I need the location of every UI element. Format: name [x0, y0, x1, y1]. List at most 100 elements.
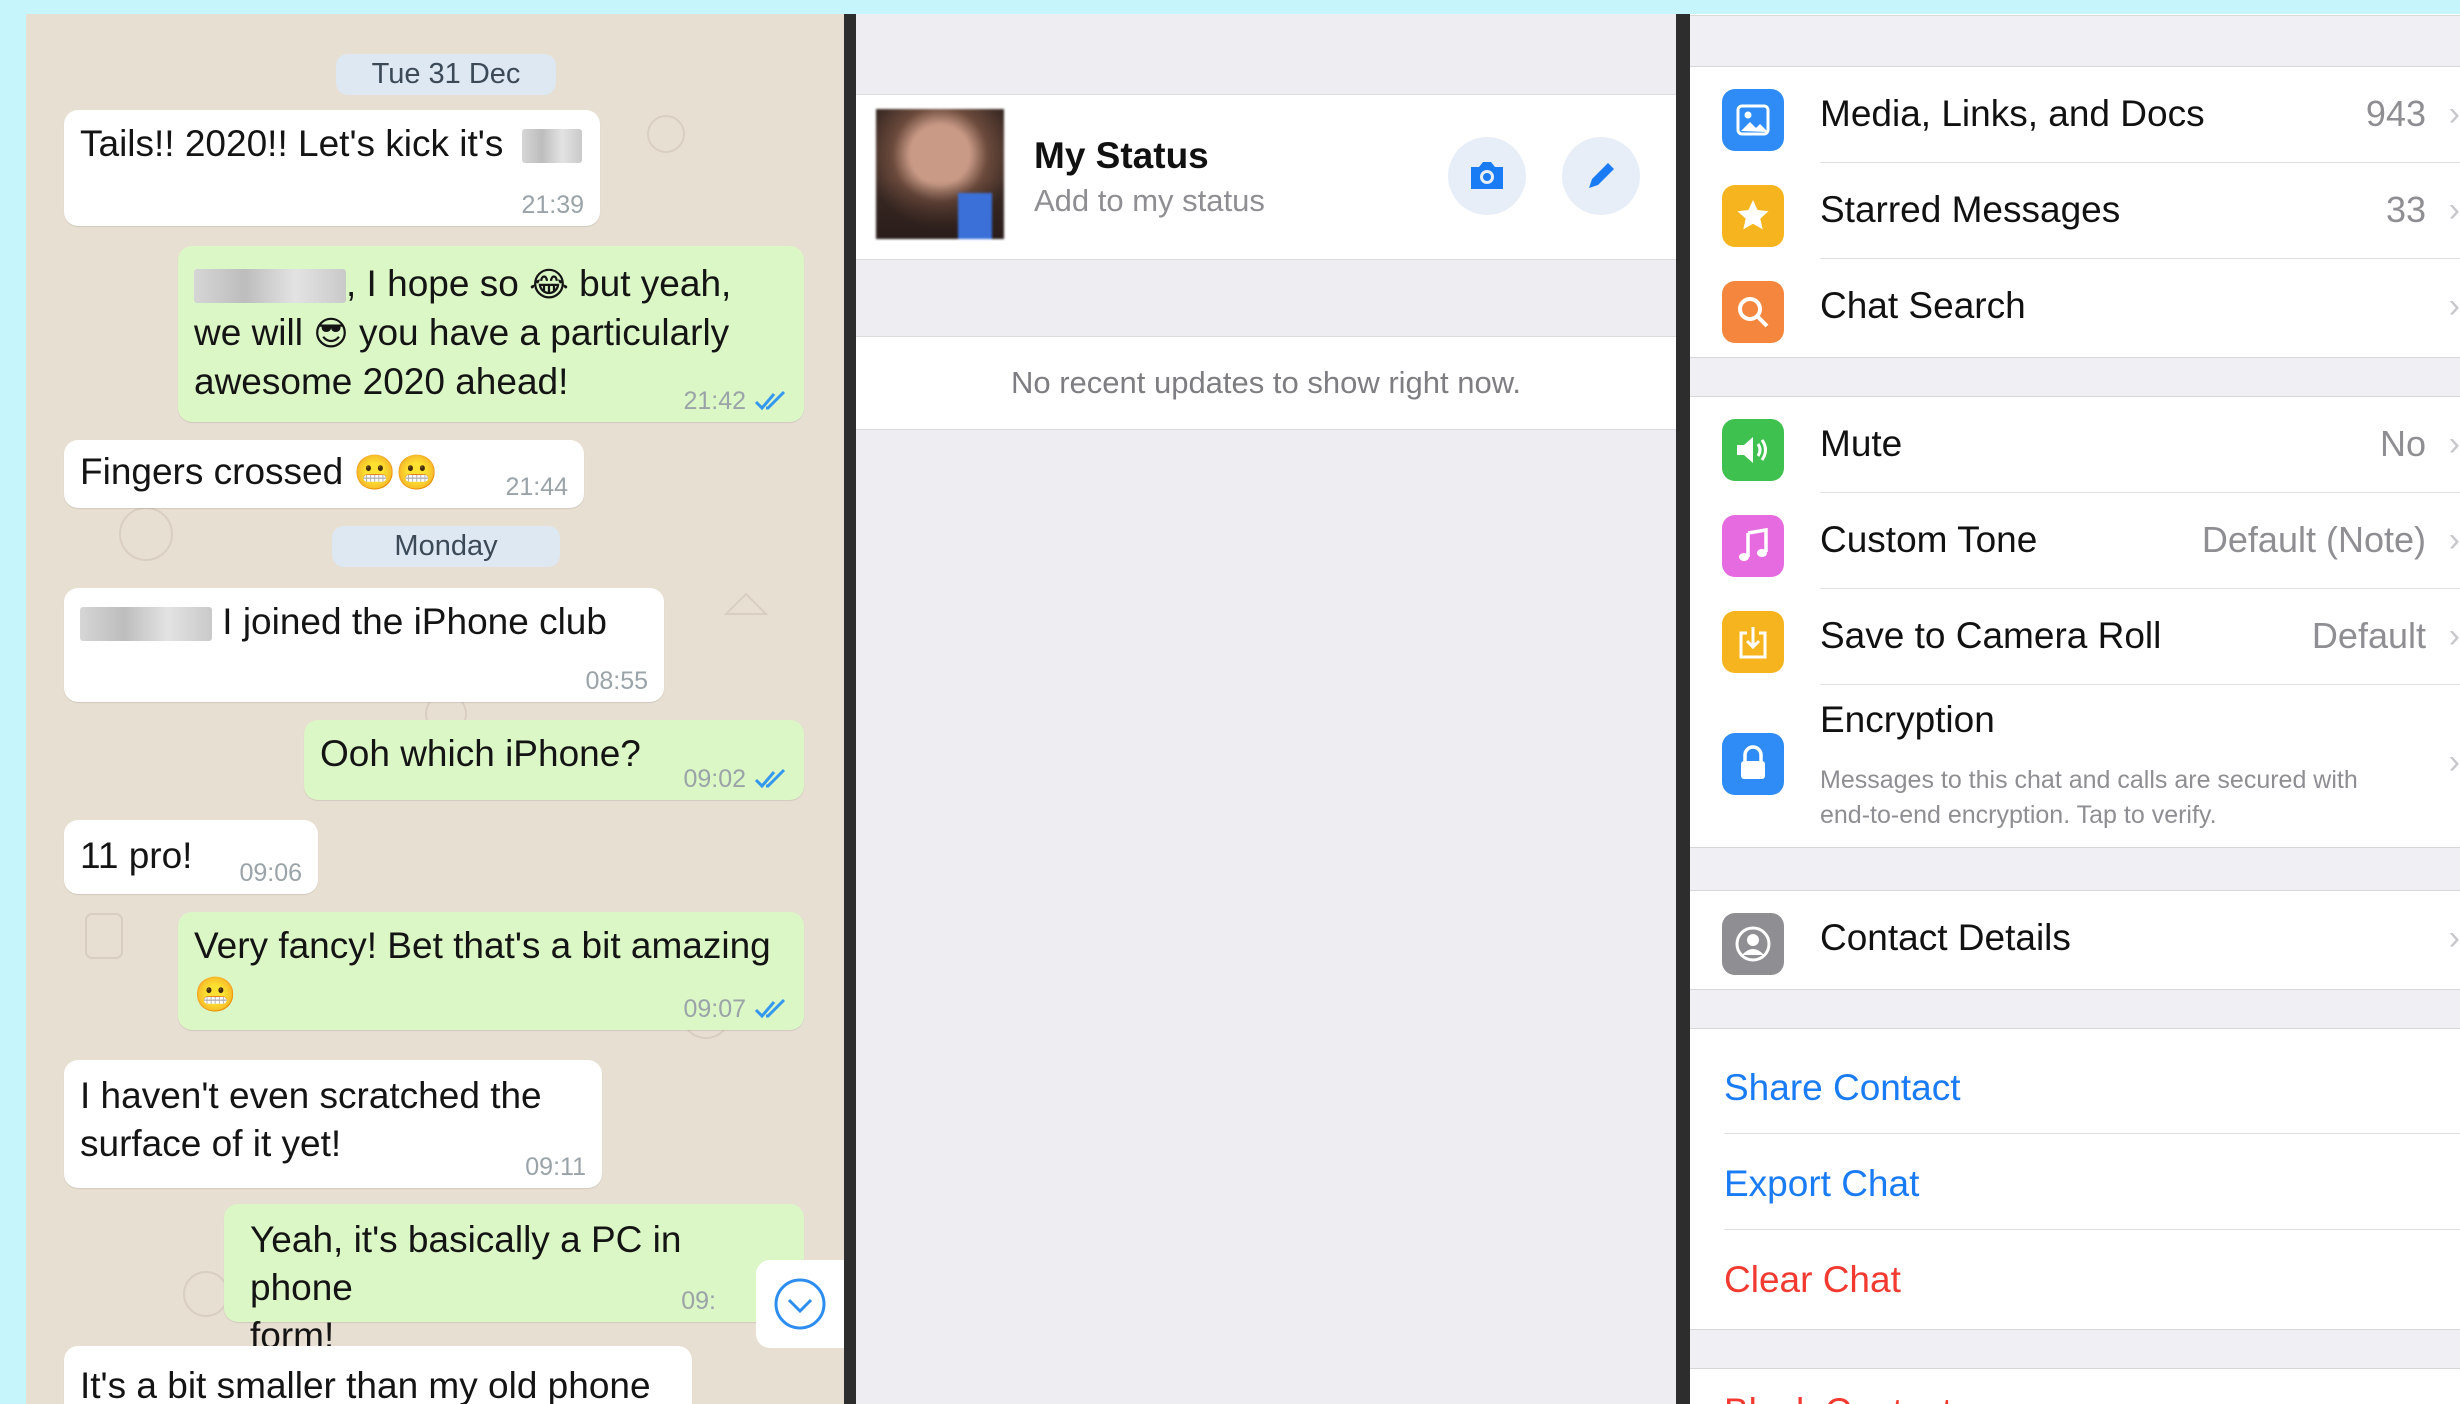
- edit-status-button[interactable]: [1562, 137, 1640, 215]
- person-icon: [1722, 913, 1784, 975]
- search-icon: [1722, 281, 1784, 343]
- message-text: 11 pro!: [80, 835, 193, 876]
- row-value: Default: [2311, 615, 2426, 656]
- panel-divider: [1676, 14, 1690, 1404]
- message-time: 09:02: [683, 765, 746, 793]
- redacted-text: [194, 269, 346, 304]
- encryption-description: Messages to this chat and calls are secu…: [1820, 766, 2358, 829]
- outgoing-message[interactable]: Very fancy! Bet that's a bit amazing 😬 0…: [178, 912, 804, 1030]
- custom-tone-row[interactable]: Custom Tone Default (Note) ›: [1690, 493, 2460, 589]
- row-label: Custom Tone: [1820, 519, 2038, 560]
- camera-button[interactable]: [1448, 137, 1526, 215]
- date-separator: Monday: [332, 526, 560, 567]
- chevron-right-icon: ›: [2448, 919, 2460, 957]
- contact-info-panel: Media, Links, and Docs 943 › Starred Mes…: [1690, 14, 2460, 1404]
- incoming-message[interactable]: I haven't even scratched the surface of …: [64, 1060, 602, 1188]
- laughing-emoji: 😂: [529, 265, 569, 305]
- message-text: I joined the iPhone club: [222, 601, 607, 642]
- chevron-right-icon: ›: [2448, 191, 2460, 229]
- my-status-row[interactable]: My Status Add to my status: [856, 94, 1676, 260]
- pencil-icon: [1589, 163, 1614, 188]
- row-label: Starred Messages: [1820, 189, 2121, 230]
- block-group: Block Contact: [1690, 1368, 2460, 1404]
- notification-group: Mute No › Custom Tone Default (Note) › S…: [1690, 396, 2460, 848]
- double-check-icon: [754, 998, 786, 1019]
- message-text: you have a particularly: [358, 312, 730, 353]
- scroll-to-bottom-button[interactable]: [756, 1260, 844, 1348]
- share-contact-link[interactable]: Share Contact: [1724, 1067, 1961, 1109]
- export-chat-link[interactable]: Export Chat: [1724, 1163, 1919, 1205]
- chevron-right-icon: ›: [2448, 95, 2460, 133]
- redacted-text: [80, 607, 212, 642]
- message-time: 09:11: [525, 1153, 586, 1181]
- outgoing-message[interactable]: Yeah, it's basically a PC in phone form!…: [224, 1204, 804, 1356]
- row-label: Save to Camera Roll: [1820, 615, 2162, 656]
- contact-details-group: Contact Details ›: [1690, 890, 2460, 990]
- message-text: but yeah,: [579, 263, 732, 304]
- double-check-icon: [754, 768, 786, 789]
- media-links-docs-row[interactable]: Media, Links, and Docs 943 ›: [1690, 67, 2460, 163]
- starred-messages-row[interactable]: Starred Messages 33 ›: [1690, 163, 2460, 259]
- lock-icon: [1722, 733, 1784, 795]
- chevron-right-icon: ›: [2448, 521, 2460, 559]
- encryption-row[interactable]: Encryption Messages to this chat and cal…: [1690, 685, 2460, 845]
- row-label: Mute: [1820, 423, 1903, 464]
- double-check-icon: [754, 390, 786, 411]
- mute-row[interactable]: Mute No ›: [1690, 397, 2460, 493]
- row-value: 943: [2365, 93, 2426, 134]
- actions-group: Share Contact Export Chat Clear Chat: [1690, 1028, 2460, 1330]
- message-text: Very fancy! Bet that's a bit amazing: [194, 925, 771, 966]
- grimacing-emoji: 😬: [194, 975, 237, 1015]
- chat-panel: Tue 31 Dec Tails!! 2020!! Let's kick it'…: [26, 14, 844, 1404]
- speaker-icon: [1722, 419, 1784, 481]
- chevron-right-icon: ›: [2448, 743, 2460, 781]
- incoming-message[interactable]: 11 pro! 09:06: [64, 820, 318, 894]
- incoming-message[interactable]: Fingers crossed 😬😬 21:44: [64, 440, 584, 508]
- top-cut-group: [1690, 14, 2460, 16]
- star-icon: [1722, 185, 1784, 247]
- message-text: Fingers crossed: [80, 451, 344, 492]
- message-text: we will: [194, 312, 303, 353]
- incoming-message[interactable]: Tails!! 2020!! Let's kick it's 21:39: [64, 110, 600, 226]
- message-text: I haven't even scratched the: [80, 1075, 542, 1116]
- photo-icon: [1722, 89, 1784, 151]
- status-subtitle: Add to my status: [1034, 183, 1265, 218]
- grimacing-emoji: 😬: [395, 453, 439, 493]
- message-time: 21:39: [521, 191, 584, 219]
- message-time: 21:42: [683, 387, 746, 415]
- block-contact-link[interactable]: Block Contact: [1724, 1391, 1952, 1404]
- message-time: 21:44: [505, 473, 568, 501]
- grimacing-emoji: 😬: [353, 453, 396, 493]
- date-separator: Tue 31 Dec: [336, 54, 556, 95]
- save-to-camera-roll-row[interactable]: Save to Camera Roll Default ›: [1690, 589, 2460, 685]
- outgoing-message[interactable]: Ooh which iPhone? 09:02: [304, 720, 804, 800]
- chevron-right-icon: ›: [2448, 425, 2460, 463]
- camera-icon: [1471, 162, 1503, 189]
- media-group: Media, Links, and Docs 943 › Starred Mes…: [1690, 66, 2460, 358]
- status-panel: My Status Add to my status No recent upd…: [856, 14, 1676, 1404]
- row-label: Contact Details: [1820, 917, 2071, 958]
- sunglasses-emoji: 😎: [313, 314, 349, 354]
- contact-details-row[interactable]: Contact Details ›: [1690, 891, 2460, 987]
- incoming-message[interactable]: It's a bit smaller than my old phone: [64, 1346, 692, 1404]
- message-time: 09:06: [239, 859, 302, 887]
- message-time: 08:55: [585, 667, 648, 695]
- row-label: Encryption: [1820, 699, 1995, 740]
- redacted-text: [521, 129, 582, 164]
- incoming-message[interactable]: I joined the iPhone club 08:55: [64, 588, 664, 702]
- outgoing-message[interactable]: , I hope so 😂 but yeah, we will 😎 you ha…: [178, 246, 804, 422]
- empty-status-message: No recent updates to show right now.: [856, 336, 1676, 430]
- avatar[interactable]: [876, 109, 1004, 239]
- message-text: , I hope so: [346, 263, 519, 304]
- message-text: surface of it yet!: [80, 1123, 342, 1164]
- row-label: Chat Search: [1820, 285, 2026, 326]
- row-value: 33: [2385, 189, 2426, 230]
- music-icon: [1722, 515, 1784, 577]
- download-icon: [1722, 611, 1784, 673]
- clear-chat-link[interactable]: Clear Chat: [1724, 1259, 1901, 1301]
- chat-search-row[interactable]: Chat Search ›: [1690, 259, 2460, 355]
- message-text: Ooh which iPhone?: [320, 733, 641, 774]
- row-value: No: [2379, 423, 2426, 464]
- chevron-down-icon: [774, 1278, 826, 1330]
- status-name: My Status: [1034, 135, 1209, 176]
